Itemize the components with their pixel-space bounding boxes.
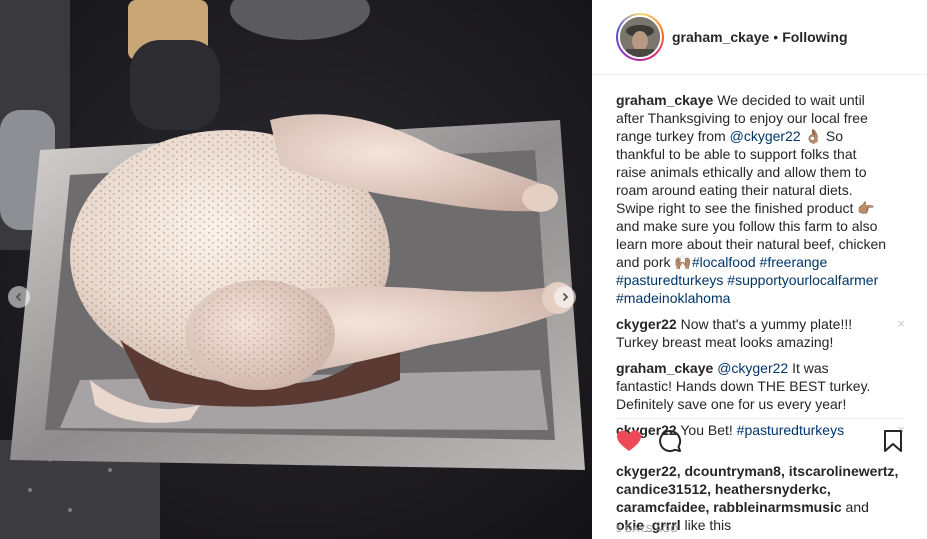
remove-comment-icon[interactable]: × xyxy=(897,315,905,333)
comment-username-link[interactable]: ckyger22 xyxy=(616,316,677,332)
carousel-prev-button[interactable] xyxy=(8,286,30,308)
comment-icon xyxy=(659,429,682,452)
header-separator: • xyxy=(773,29,779,45)
caption-mention-link[interactable]: @ckyger22 xyxy=(730,128,801,144)
caption-username-link[interactable]: graham_ckaye xyxy=(616,92,713,108)
post-header: graham_ckaye • Following xyxy=(592,0,927,75)
turkey-photo-illustration xyxy=(0,0,592,539)
post-dialog: graham_ckaye • Following graham_ckaye We… xyxy=(0,0,927,539)
post-timestamp[interactable]: 5 DAYS AGO xyxy=(616,524,678,535)
comment-button[interactable] xyxy=(658,429,682,453)
header-username-link[interactable]: graham_ckaye xyxy=(672,29,769,45)
caption: graham_ckaye We decided to wait until af… xyxy=(616,91,903,307)
comment-item: ckyger22 Now that's a yummy plate!!! Tur… xyxy=(616,315,905,351)
like-button[interactable] xyxy=(616,429,642,453)
likes-and: and xyxy=(841,499,869,515)
chevron-right-icon xyxy=(562,292,569,302)
comment-mention-link[interactable]: @ckyger22 xyxy=(717,360,788,376)
comment-item: graham_ckaye @ckyger22 It was fantastic!… xyxy=(616,359,903,413)
chevron-left-icon xyxy=(15,292,22,302)
caption-emoji-raised-hands: 🙌🏽 xyxy=(674,254,692,270)
bookmark-button[interactable] xyxy=(883,429,903,453)
comment-username-link[interactable]: graham_ckaye xyxy=(616,360,713,376)
hashtag-localfood-link[interactable]: #localfood xyxy=(692,254,756,270)
heart-icon xyxy=(617,430,641,451)
post-side-panel: graham_ckaye • Following graham_ckaye We… xyxy=(592,0,927,539)
profile-photo xyxy=(620,17,660,57)
bookmark-icon xyxy=(884,429,902,452)
action-bar xyxy=(616,418,903,462)
carousel-next-button[interactable] xyxy=(554,286,576,308)
comments-list: graham_ckaye We decided to wait until af… xyxy=(616,75,905,439)
caption-emoji-ok: 👌🏽 xyxy=(804,128,822,144)
caption-emoji-point: 👉🏽 xyxy=(857,200,875,216)
likes-suffix: like this xyxy=(680,517,732,533)
avatar[interactable] xyxy=(616,13,664,61)
following-button[interactable]: Following xyxy=(782,29,847,45)
post-photo[interactable] xyxy=(0,0,592,539)
